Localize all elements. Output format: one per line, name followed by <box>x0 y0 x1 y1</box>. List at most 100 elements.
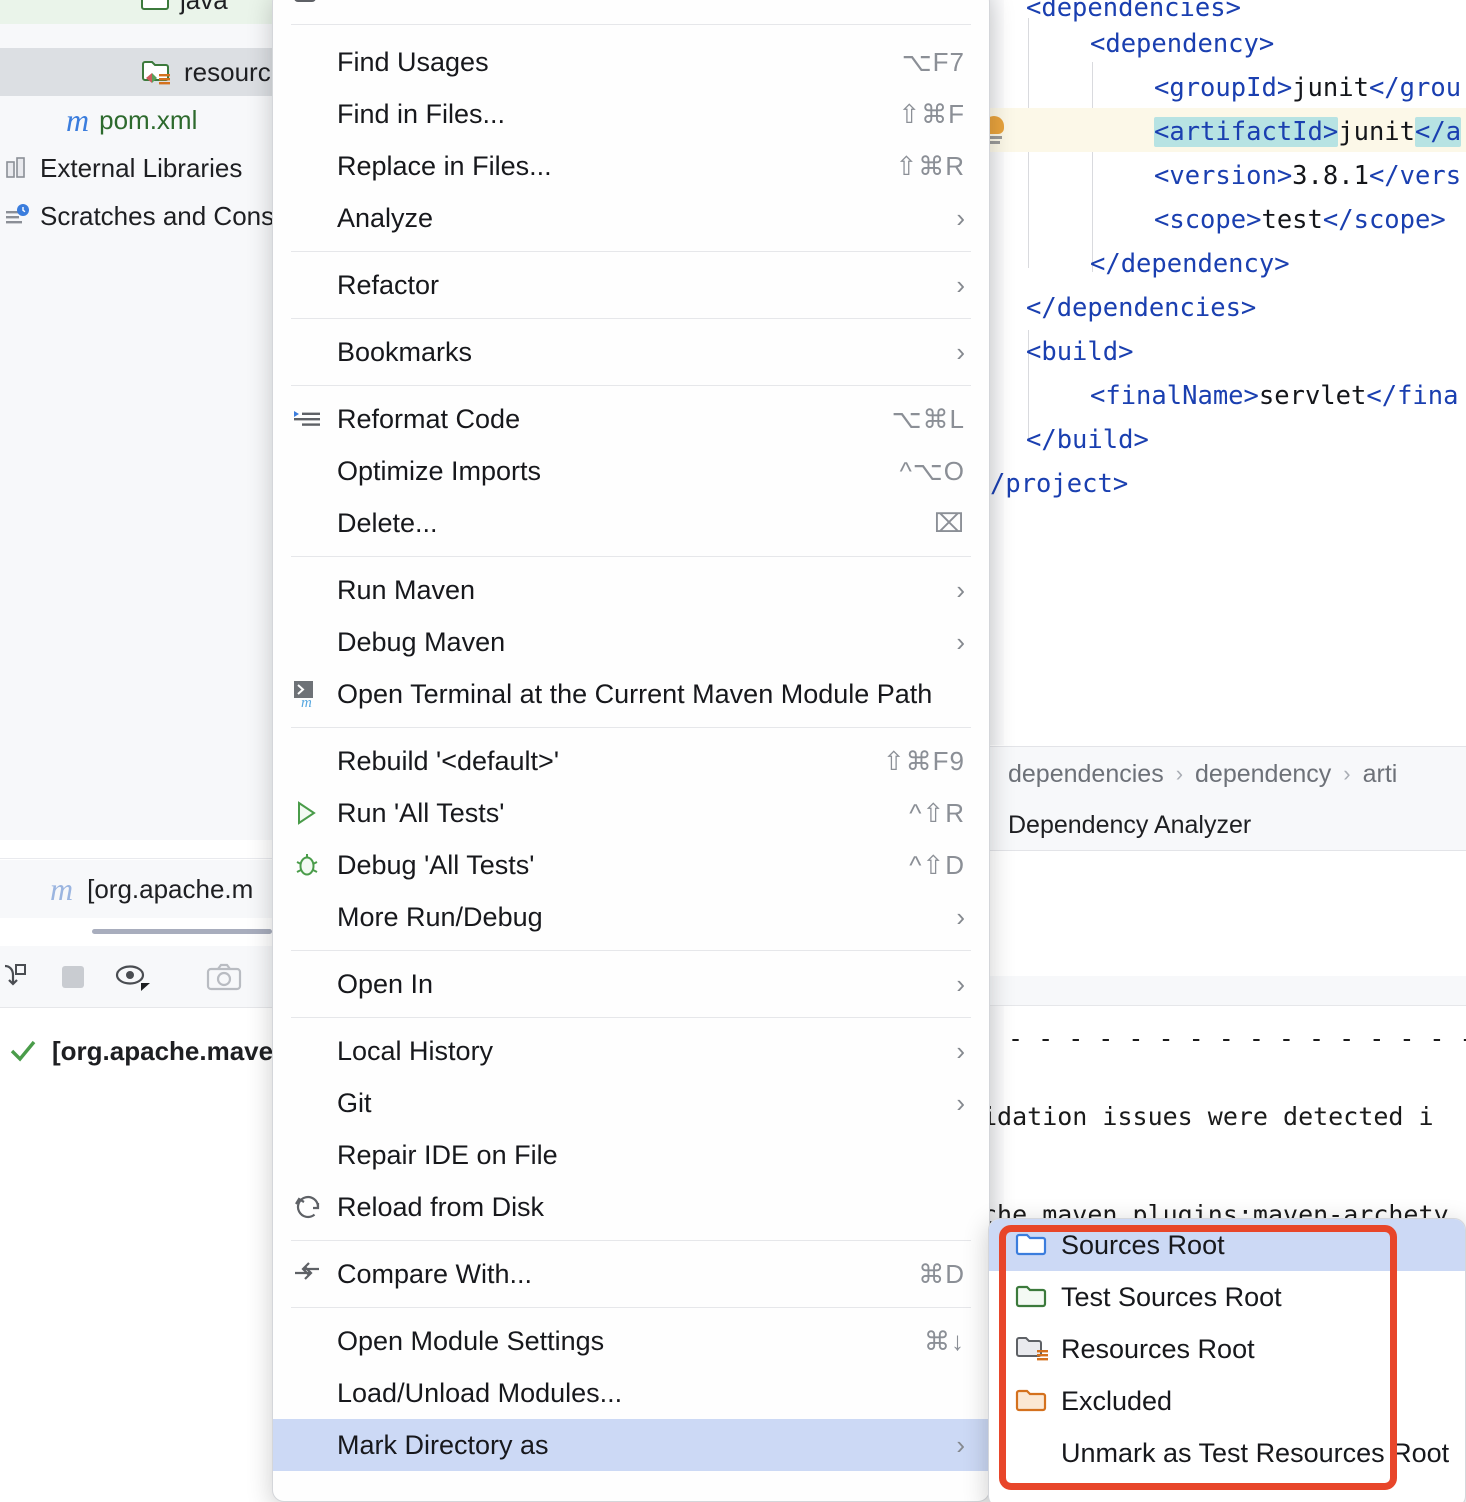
breadcrumb-item-dependencies[interactable]: dependencies <box>1008 760 1164 789</box>
code-line: <artifactId>junit</a <box>1154 117 1462 147</box>
divider <box>0 858 272 859</box>
scratches-icon <box>4 203 30 229</box>
folder-resources-icon <box>1015 1334 1061 1364</box>
menu-item-label: Debug Maven <box>337 626 506 657</box>
tree-item-java[interactable]: java <box>0 0 272 24</box>
tree-item-label: java <box>180 0 228 16</box>
menu-item-git[interactable]: Git › <box>273 1077 989 1129</box>
tab-dependency-analyzer[interactable]: Dependency Analyzer <box>990 801 1466 851</box>
menu-item-open-in[interactable]: Open In › <box>273 958 989 1010</box>
menu-item-shortcut: ⇧⌘R <box>895 150 965 181</box>
menu-separator <box>291 556 971 557</box>
menu-item-more-run-debug[interactable]: More Run/Debug › <box>273 891 989 943</box>
menu-item-local-history[interactable]: Local History › <box>273 1025 989 1077</box>
menu-separator <box>291 950 971 951</box>
run-toolbar[interactable] <box>0 946 298 1008</box>
menu-item-run-maven[interactable]: Run Maven › <box>273 564 989 616</box>
chevron-right-icon: › <box>956 1429 965 1460</box>
chevron-right-icon: › <box>956 1087 965 1118</box>
submenu-item-unmark-as-test-resources-root[interactable]: Unmark as Test Resources Root <box>989 1427 1465 1479</box>
menu-item-shortcut: ⌘D <box>918 1258 965 1289</box>
menu-separator <box>291 1240 971 1241</box>
chevron-right-icon: › <box>956 1035 965 1066</box>
menu-item-mark-directory-as[interactable]: Mark Directory as › <box>273 1419 989 1471</box>
chevron-right-icon: › <box>956 626 965 657</box>
menu-item-delete[interactable]: Delete... ⌧ <box>273 497 989 549</box>
tree-item-scratches-and-consoles[interactable]: Scratches and Cons <box>0 192 274 240</box>
code-line: </build> <box>1026 425 1149 455</box>
code-editor[interactable]: <dependencies> <dependency> <groupId>jun… <box>990 0 1466 745</box>
breadcrumb[interactable]: dependencies › dependency › arti <box>990 746 1466 801</box>
context-menu[interactable]: Find Usages ⌥F7 Find in Files... ⇧⌘F Rep… <box>272 0 990 1502</box>
menu-item-debug-maven[interactable]: Debug Maven › <box>273 616 989 668</box>
rerun-failed-tests-icon[interactable] <box>0 958 32 996</box>
tree-item-external-libraries[interactable]: External Libraries <box>0 144 272 192</box>
submenu-item-label: Unmark as Test Resources Root <box>1061 1437 1450 1468</box>
clipped-icon <box>293 0 337 15</box>
menu-separator <box>291 1307 971 1308</box>
submenu-item-sources-root[interactable]: Sources Root <box>989 1219 1465 1271</box>
menu-item-label: Compare With... <box>337 1258 533 1289</box>
menu-item-open-terminal-maven-module-path[interactable]: m Open Terminal at the Current Maven Mod… <box>273 668 989 720</box>
menu-item-shortcut: ⌧ <box>934 507 965 538</box>
console-toolbar-strip <box>990 976 1466 1006</box>
menu-item-shortcut: ⌥⌘L <box>891 403 965 434</box>
chevron-right-icon: › <box>1343 761 1351 786</box>
menu-item-label: Replace in Files... <box>337 150 552 181</box>
tree-item-label: pom.xml <box>99 104 198 135</box>
tree-item-pom-xml[interactable]: m pom.xml <box>0 96 272 144</box>
menu-item-load-unload-modules[interactable]: Load/Unload Modules... <box>273 1367 989 1419</box>
breadcrumb-item-artifactid[interactable]: arti <box>1363 760 1398 789</box>
stop-icon[interactable] <box>58 958 88 996</box>
project-tree-panel[interactable]: java resourc m pom.xml External L <box>0 0 274 840</box>
menu-item-reformat-code[interactable]: Reformat Code ⌥⌘L <box>273 393 989 445</box>
menu-item-open-module-settings[interactable]: Open Module Settings ⌘↓ <box>273 1315 989 1367</box>
run-result-row[interactable]: [org.apache.maver <box>0 1026 283 1076</box>
code-line: <dependency> <box>1090 29 1275 59</box>
chevron-right-icon: › <box>956 269 965 300</box>
terminal-maven-icon: m <box>293 680 337 708</box>
menu-item-rebuild-default[interactable]: Rebuild '<default>' ⇧⌘F9 <box>273 735 989 787</box>
reload-icon <box>293 1194 337 1220</box>
compare-icon <box>293 1261 337 1287</box>
menu-item-bookmarks[interactable]: Bookmarks › <box>273 326 989 378</box>
menu-item-label: Debug 'All Tests' <box>337 849 535 880</box>
menu-separator <box>291 24 971 25</box>
menu-separator <box>291 318 971 319</box>
menu-item-find-in-files[interactable]: Find in Files... ⇧⌘F <box>273 88 989 140</box>
export-snapshot-camera-icon[interactable] <box>206 958 242 996</box>
menu-item-debug-all-tests[interactable]: Debug 'All Tests' ^⇧D <box>273 839 989 891</box>
menu-item-label: Reformat Code <box>337 403 521 434</box>
tree-item-resources[interactable]: resourc <box>0 48 272 96</box>
menu-item-label: Open Module Settings <box>337 1325 605 1356</box>
run-tab[interactable]: m [org.apache.m <box>0 860 272 918</box>
show-passed-eye-icon[interactable] <box>114 958 150 996</box>
submenu-mark-directory-as[interactable]: Sources Root Test Sources Root Resources… <box>988 1218 1466 1502</box>
menu-item-label: Open In <box>337 968 434 999</box>
submenu-item-resources-root[interactable]: Resources Root <box>989 1323 1465 1375</box>
submenu-item-excluded[interactable]: Excluded <box>989 1375 1465 1427</box>
breadcrumb-item-dependency[interactable]: dependency <box>1195 760 1331 789</box>
menu-item-find-usages[interactable]: Find Usages ⌥F7 <box>273 36 989 88</box>
menu-item-refactor[interactable]: Refactor › <box>273 259 989 311</box>
folder-resources-icon <box>140 57 174 87</box>
menu-item-label: Load/Unload Modules... <box>337 1377 623 1408</box>
menu-item-repair-ide-on-file[interactable]: Repair IDE on File <box>273 1129 989 1181</box>
menu-item-replace-in-files[interactable]: Replace in Files... ⇧⌘R <box>273 140 989 192</box>
folder-orange-icon <box>1015 1387 1061 1415</box>
svg-text:m: m <box>301 695 312 708</box>
menu-item-clipped-top[interactable] <box>273 0 989 17</box>
menu-item-run-all-tests[interactable]: Run 'All Tests' ^⇧R <box>273 787 989 839</box>
menu-item-analyze[interactable]: Analyze › <box>273 192 989 244</box>
reformat-code-icon <box>293 408 337 430</box>
submenu-item-test-sources-root[interactable]: Test Sources Root <box>989 1271 1465 1323</box>
menu-item-label: Find in Files... <box>337 98 506 129</box>
menu-item-compare-with[interactable]: Compare With... ⌘D <box>273 1248 989 1300</box>
run-tool-window[interactable]: m [org.apache.m [org.apache.maver <box>0 840 298 1502</box>
tool-tab-label: Dependency Analyzer <box>1008 811 1252 839</box>
menu-item-optimize-imports[interactable]: Optimize Imports ^⌥O <box>273 445 989 497</box>
menu-item-shortcut: ^⇧D <box>909 849 965 880</box>
run-tab-label: [org.apache.m <box>87 873 254 904</box>
menu-separator <box>291 385 971 386</box>
menu-item-reload-from-disk[interactable]: Reload from Disk <box>273 1181 989 1233</box>
